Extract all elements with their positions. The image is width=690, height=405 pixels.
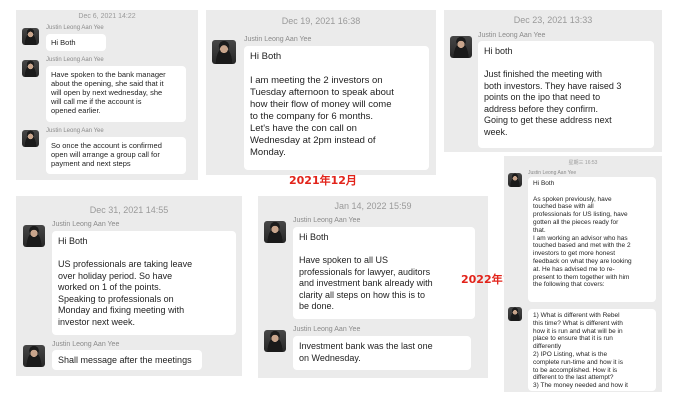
avatar[interactable] — [22, 28, 39, 45]
avatar[interactable] — [23, 225, 45, 247]
message-timestamp: Dec 23, 2021 13:33 — [513, 15, 593, 25]
avatar[interactable] — [508, 307, 522, 321]
sender-name: Justin Leong Aan Yee — [46, 25, 104, 31]
message-bubble[interactable]: Investment bank was the last one on Wedn… — [293, 336, 471, 370]
chat-screenshot-dec-19: Dec 19, 2021 16:38 Justin Leong Aan Yee … — [206, 10, 436, 175]
avatar[interactable] — [264, 221, 286, 243]
message-bubble[interactable]: Have spoken to the bank manager about th… — [46, 66, 186, 122]
message-timestamp: Dec 19, 2021 16:38 — [281, 16, 361, 26]
chat-screenshot-weekday: 星期三 16:53 Justin Leong Aan Yee Hi Both A… — [504, 156, 662, 392]
message-bubble[interactable]: Hi Both US professionals are taking leav… — [52, 231, 236, 335]
message-bubble[interactable]: Hi Both — [46, 34, 106, 51]
sender-name: Justin Leong Aan Yee — [52, 341, 120, 348]
message-bubble[interactable]: Shall message after the meetings — [52, 350, 202, 370]
avatar[interactable] — [22, 60, 39, 77]
avatar[interactable] — [22, 130, 39, 147]
message-timestamp: 星期三 16:53 — [568, 160, 598, 166]
message-timestamp: Dec 31, 2021 14:55 — [89, 205, 169, 215]
sender-name: Justin Leong Aan Yee — [46, 57, 104, 63]
message-timestamp: Dec 6, 2021 14:22 — [78, 13, 136, 20]
chat-screenshot-dec-23: Dec 23, 2021 13:33 Justin Leong Aan Yee … — [444, 10, 662, 152]
sender-name: Justin Leong Aan Yee — [46, 128, 104, 134]
message-bubble[interactable]: 1) What is different with Rebel this tim… — [528, 309, 656, 391]
sender-name: Justin Leong Aan Yee — [293, 326, 361, 333]
avatar[interactable] — [212, 40, 236, 64]
avatar[interactable] — [264, 330, 286, 352]
sender-name: Justin Leong Aan Yee — [244, 36, 312, 43]
sender-name: Justin Leong Aan Yee — [293, 217, 361, 224]
chat-screenshot-jan-14: Jan 14, 2022 15:59 Justin Leong Aan Yee … — [258, 196, 488, 378]
avatar[interactable] — [508, 173, 522, 187]
message-bubble[interactable]: Hi Both As spoken previously, have touch… — [528, 177, 656, 302]
sender-name: Justin Leong Aan Yee — [52, 221, 120, 228]
avatar[interactable] — [450, 36, 472, 58]
sender-name: Justin Leong Aan Yee — [478, 32, 546, 39]
chat-screenshot-dec-31: Dec 31, 2021 14:55 Justin Leong Aan Yee … — [16, 196, 242, 376]
month-caption-dec: 2021年12月 — [289, 174, 357, 187]
chat-screenshot-dec-6: Dec 6, 2021 14:22 Justin Leong Aan Yee H… — [16, 10, 198, 180]
message-timestamp: Jan 14, 2022 15:59 — [334, 201, 412, 211]
message-bubble[interactable]: Hi both Just finished the meeting with b… — [478, 41, 654, 148]
message-bubble[interactable]: Hi Both Have spoken to all US profession… — [293, 227, 475, 319]
message-bubble[interactable]: So once the account is confirmed open wi… — [46, 137, 186, 174]
sender-name: Justin Leong Aan Yee — [528, 170, 577, 176]
avatar[interactable] — [23, 345, 45, 367]
message-bubble[interactable]: Hi Both I am meeting the 2 investors on … — [244, 46, 429, 170]
